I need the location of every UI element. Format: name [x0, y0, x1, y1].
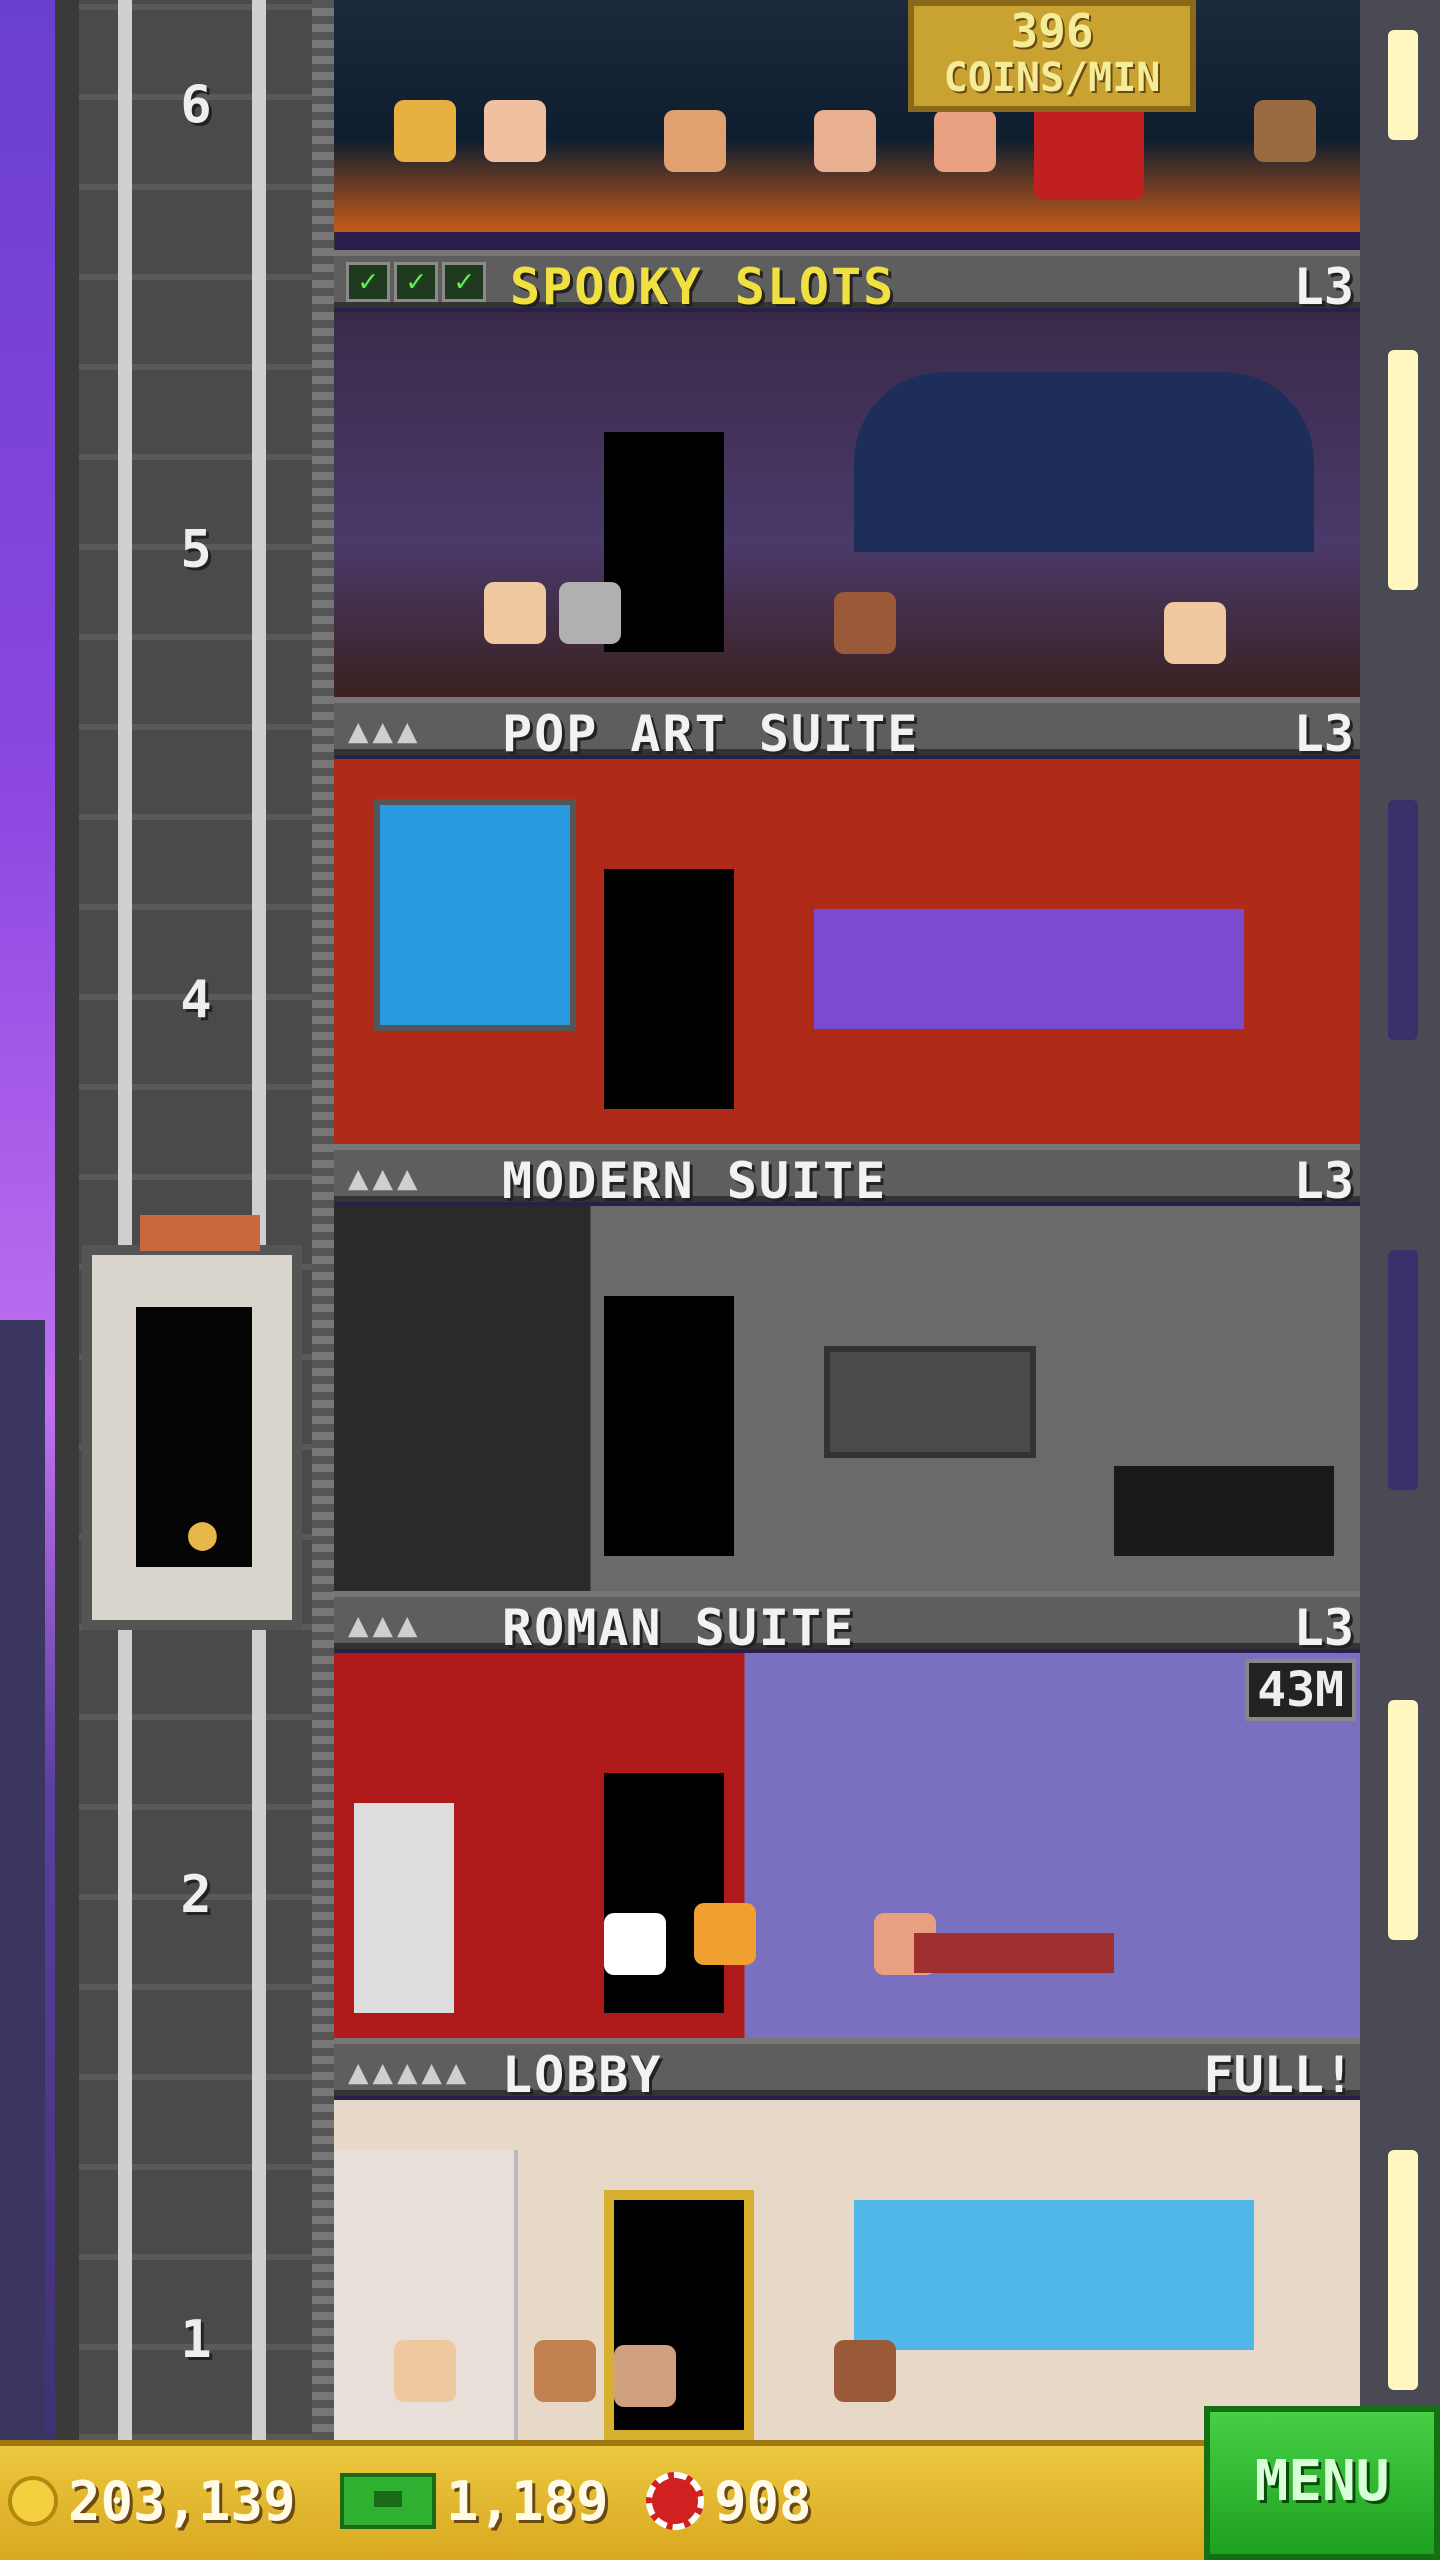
- pop-art-painting: [374, 799, 576, 1031]
- floor-name: MODERN SUITE: [502, 1152, 888, 1210]
- window-lit: [1388, 350, 1418, 590]
- bench: [914, 1933, 1114, 1973]
- sofa: [814, 909, 1244, 1029]
- status-bar: 203,139 1,189 908 MENU: [0, 2406, 1440, 2560]
- floor-pop-art-suite[interactable]: ▲▲▲ POP ART SUITE L3: [334, 697, 1360, 1144]
- room-interior: [334, 759, 1360, 1144]
- room-interior: [334, 1206, 1360, 1591]
- person-icon: [1164, 602, 1226, 664]
- bux-icon: [340, 2473, 436, 2529]
- chips-value: 908: [714, 2469, 812, 2533]
- elevator-floor-number[interactable]: 4: [168, 970, 224, 1030]
- floor-level: L3: [1293, 258, 1354, 316]
- person-icon: [834, 592, 896, 654]
- coins-per-min-value: 396: [1010, 4, 1094, 58]
- floor-level: L3: [1293, 1152, 1354, 1210]
- room-interior: 43M: [334, 1653, 1360, 2038]
- floor-banner[interactable]: ▲▲▲ MODERN SUITE L3: [334, 1144, 1360, 1210]
- person-icon: [534, 2340, 596, 2402]
- window-dark: [1388, 800, 1418, 1040]
- residents-indicator: ▲▲▲: [348, 1605, 422, 1645]
- window-lit: [1388, 1700, 1418, 1940]
- check-icon: ✓: [394, 262, 438, 302]
- floor-lobby[interactable]: ▲▲▲▲▲ LOBBY FULL!: [334, 2038, 1360, 2440]
- floor-level: L3: [1293, 705, 1354, 763]
- bed: [1114, 1466, 1334, 1556]
- bux-stat[interactable]: 1,189: [340, 2464, 609, 2538]
- chips-stat[interactable]: 908: [646, 2464, 812, 2538]
- person-icon: [484, 582, 546, 644]
- person-icon: [394, 2340, 456, 2402]
- person-icon: [559, 582, 621, 644]
- room-door: [604, 1296, 734, 1556]
- residents-indicator: ▲▲▲: [348, 711, 422, 751]
- timer-badge[interactable]: 43M: [1245, 1659, 1356, 1721]
- bux-value: 1,189: [446, 2469, 609, 2533]
- person-icon: [604, 1913, 666, 1975]
- person-icon: [614, 2345, 676, 2407]
- window-lit: [1388, 30, 1418, 140]
- person-icon: [834, 2340, 896, 2402]
- person-icon: [934, 110, 996, 172]
- floor-name: SPOOKY SLOTS: [510, 258, 896, 316]
- room-interior: [334, 2100, 1360, 2440]
- coins-value: 203,139: [68, 2469, 296, 2533]
- residents-indicator: ▲▲▲▲▲: [348, 2052, 471, 2092]
- floor-banner[interactable]: ▲▲▲ ROMAN SUITE L3: [334, 1591, 1360, 1657]
- floor-banner[interactable]: ✓ ✓ ✓ SPOOKY SLOTS L3: [334, 250, 1360, 316]
- elevator-car[interactable]: ●: [82, 1215, 302, 1630]
- spooky-window: [854, 372, 1314, 552]
- room-door: [604, 1773, 724, 2013]
- floor-modern-suite[interactable]: ▲▲▲ MODERN SUITE L3: [334, 1144, 1360, 1591]
- coins-stat[interactable]: 203,139: [8, 2464, 296, 2538]
- floor-name: ROMAN SUITE: [502, 1599, 856, 1657]
- floor-name: POP ART SUITE: [502, 705, 920, 763]
- residents-indicator: ▲▲▲: [348, 1158, 422, 1198]
- floor-name: LOBBY: [502, 2046, 663, 2104]
- floor-roman-suite[interactable]: ▲▲▲ ROMAN SUITE L3 43M: [334, 1591, 1360, 2038]
- menu-button[interactable]: MENU: [1204, 2406, 1440, 2560]
- elevator-roof: [140, 1215, 260, 1251]
- chip-icon: [646, 2472, 704, 2530]
- shaft-rail-left: [118, 0, 132, 2440]
- floor-spooky-slots[interactable]: ✓ ✓ ✓ SPOOKY SLOTS L3: [334, 250, 1360, 697]
- elevator-floor-number[interactable]: 2: [168, 1865, 224, 1925]
- coins-per-min-unit: COINS/MIN: [943, 55, 1161, 101]
- window-dark: [1388, 1250, 1418, 1490]
- game-screen: 6 5 4 2 1 ● 396 COINS/MIN ✓ ✓ ✓ SPOOKY S…: [0, 0, 1440, 2560]
- aquarium: [854, 2200, 1254, 2350]
- room-door: [604, 432, 724, 652]
- coins-per-min-badge[interactable]: 396 COINS/MIN: [908, 0, 1196, 112]
- window-lit: [1388, 2150, 1418, 2390]
- floor-level: FULL!: [1203, 2046, 1354, 2104]
- person-icon: [814, 110, 876, 172]
- room-interior: [334, 312, 1360, 697]
- elevator-floor-number[interactable]: 5: [168, 520, 224, 580]
- person-icon: [484, 100, 546, 162]
- room-door: [604, 869, 734, 1109]
- coin-icon: [8, 2476, 58, 2526]
- person-icon: [664, 110, 726, 172]
- floor-banner[interactable]: ▲▲▲ POP ART SUITE L3: [334, 697, 1360, 763]
- elevator-floor-number[interactable]: 1: [168, 2310, 224, 2370]
- stock-checks: ✓ ✓ ✓: [346, 262, 486, 302]
- person-icon: [1254, 100, 1316, 162]
- city-building-silhouette: [0, 1320, 45, 2560]
- check-icon: ✓: [346, 262, 390, 302]
- coin-icon[interactable]: ●: [188, 1505, 217, 1561]
- floor-banner[interactable]: ▲▲▲▲▲ LOBBY FULL!: [334, 2038, 1360, 2104]
- floor-casino-top[interactable]: 396 COINS/MIN: [334, 0, 1360, 250]
- floor-level: L3: [1293, 1599, 1354, 1657]
- statue: [354, 1803, 454, 2013]
- shaft-edge: [312, 0, 334, 2440]
- check-icon: ✓: [442, 262, 486, 302]
- person-icon: [694, 1903, 756, 1965]
- elevator-floor-number[interactable]: 6: [168, 75, 224, 135]
- person-icon: [394, 100, 456, 162]
- wall-art: [824, 1346, 1036, 1458]
- room-interior: [334, 0, 1360, 232]
